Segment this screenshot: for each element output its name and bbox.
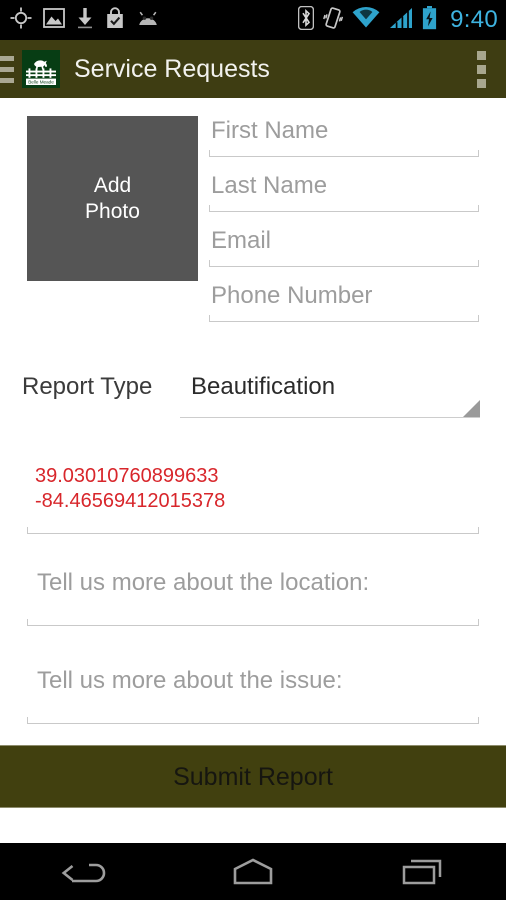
status-bar: 9:40 (0, 0, 506, 40)
dropdown-triangle-icon (463, 400, 480, 417)
home-icon (233, 858, 273, 884)
email-placeholder: Email (211, 227, 272, 254)
phone-number-placeholder: Phone Number (211, 282, 373, 309)
coordinates-field[interactable]: 39.03010760899633 -84.46569412015378 (27, 458, 479, 538)
phone-screen: 9:40 Belle Meade Service Requests Add Ph… (0, 0, 506, 900)
report-type-selected-value: Beautification (191, 373, 336, 400)
status-bar-system-icons: 9:40 (297, 5, 498, 35)
coordinates-underline (27, 527, 479, 534)
longitude-value: -84.46569412015378 (35, 490, 226, 512)
submit-report-button[interactable]: Submit Report (0, 745, 506, 808)
page-title: Service Requests (74, 55, 270, 83)
back-arrow-icon (61, 863, 106, 882)
status-bar-clock: 9:40 (450, 6, 498, 33)
service-request-form: Add Photo First Name Last Name Email Pho… (0, 98, 506, 740)
add-photo-line-1: Add (93, 173, 132, 197)
last-name-placeholder: Last Name (211, 172, 328, 199)
battery-charging-icon (422, 5, 437, 35)
location-notes-placeholder: Tell us more about the location: (37, 569, 370, 596)
email-input[interactable]: Email (209, 220, 479, 275)
status-bar-notification-icons (10, 6, 298, 34)
back-button[interactable] (29, 843, 139, 900)
add-photo-line-2: Photo (85, 199, 140, 223)
first-name-underline (209, 150, 479, 157)
phone-number-input[interactable]: Phone Number (209, 275, 479, 330)
bluetooth-icon (297, 5, 315, 35)
first-name-placeholder: First Name (211, 117, 329, 144)
play-store-bag-icon (105, 6, 125, 34)
app-bar: Belle Meade Service Requests (0, 40, 506, 98)
hamburger-bar-2 (0, 66, 14, 72)
contact-fields: First Name Last Name Email Phone Number (209, 110, 479, 330)
vibrate-icon (323, 6, 344, 35)
cellular-signal-icon (389, 7, 413, 34)
svg-text:Belle Meade: Belle Meade (28, 79, 54, 84)
last-name-input[interactable]: Last Name (209, 165, 479, 220)
issue-notes-underline (27, 717, 479, 724)
wifi-icon (352, 6, 380, 34)
location-notes-underline (27, 619, 479, 626)
issue-notes-input[interactable]: Tell us more about the issue: (27, 658, 479, 726)
overflow-menu-icon[interactable] (476, 50, 486, 88)
report-type-label: Report Type (22, 373, 153, 400)
android-navigation-bar (0, 843, 506, 900)
location-notes-input[interactable]: Tell us more about the location: (27, 560, 479, 628)
report-type-row: Report Type Beautification (0, 360, 506, 430)
gallery-image-icon (43, 7, 65, 33)
latitude-value: 39.03010760899633 (35, 465, 219, 487)
issue-notes-placeholder: Tell us more about the issue: (37, 667, 343, 694)
coordinates-text: 39.03010760899633 -84.46569412015378 (35, 464, 225, 514)
hamburger-bar-1 (0, 55, 14, 61)
overflow-dot-1 (476, 50, 486, 60)
android-face-icon (136, 10, 160, 31)
last-name-underline (209, 205, 479, 212)
gps-location-icon (10, 7, 32, 34)
recent-apps-icon (402, 859, 441, 884)
overflow-dot-2 (476, 64, 486, 74)
email-underline (209, 260, 479, 267)
contact-section: Add Photo First Name Last Name Email Pho… (0, 98, 506, 338)
report-type-dropdown[interactable]: Beautification (180, 360, 480, 420)
download-icon (76, 7, 94, 34)
phone-number-underline (209, 315, 479, 322)
overflow-dot-3 (476, 78, 486, 88)
recent-apps-button[interactable] (367, 843, 477, 900)
belle-meade-logo: Belle Meade (22, 50, 60, 88)
hamburger-menu-icon[interactable] (0, 51, 14, 87)
report-type-underline (180, 417, 480, 418)
add-photo-button[interactable]: Add Photo (27, 116, 198, 281)
first-name-input[interactable]: First Name (209, 110, 479, 165)
home-button[interactable] (198, 843, 308, 900)
hamburger-bar-3 (0, 77, 14, 83)
